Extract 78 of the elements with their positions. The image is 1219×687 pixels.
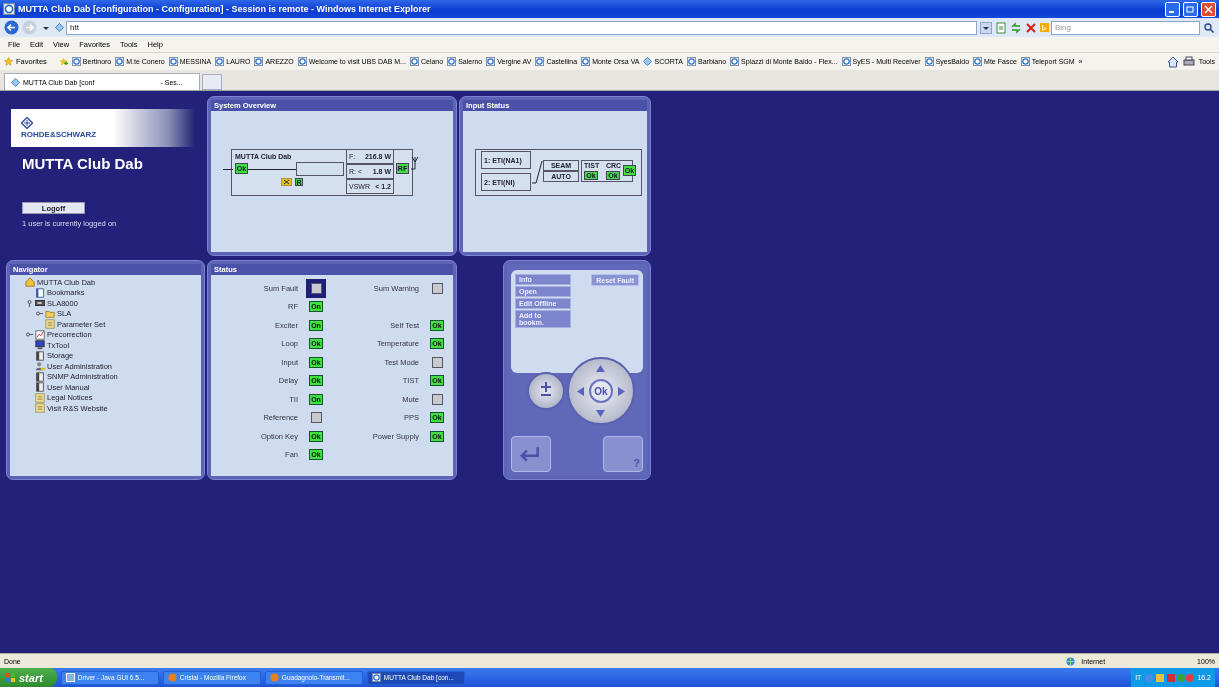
storage-icon [35, 382, 45, 393]
indicator-cell[interactable] [306, 279, 326, 298]
document-icon [35, 287, 45, 298]
diamond-icon [643, 57, 653, 66]
diamond-icon [55, 23, 64, 32]
switch-line-icon [531, 159, 543, 185]
page-icon [841, 57, 851, 66]
page-icon [486, 57, 496, 66]
down-arrow-icon[interactable] [596, 409, 605, 418]
back-arrow-button[interactable] [511, 436, 551, 472]
globe-icon [1066, 656, 1076, 666]
search-icon[interactable] [1203, 21, 1215, 34]
up-arrow-icon[interactable] [596, 364, 605, 373]
globe-icon [269, 673, 279, 682]
storage-icon [35, 350, 45, 361]
expanded-key-icon[interactable] [26, 299, 33, 307]
collapsed-key-icon[interactable] [36, 310, 43, 318]
warning-symbol-icon [281, 178, 292, 186]
rack-device-icon [35, 298, 45, 309]
storage-icon [35, 371, 45, 382]
diamond-icon [11, 77, 20, 87]
page-icon [409, 57, 419, 66]
tray-icons-drawing[interactable] [1144, 672, 1195, 683]
page-icon [973, 57, 983, 66]
star-icon [4, 57, 13, 66]
page-icon [730, 57, 740, 66]
exciter-block [296, 162, 344, 176]
page-icon [115, 57, 125, 66]
add-favorite-icon[interactable] [58, 57, 68, 66]
left-arrow-icon[interactable] [576, 387, 585, 396]
monitor-icon [35, 340, 45, 351]
sheet-icon [35, 403, 45, 414]
page-icon [1020, 57, 1030, 66]
globe-icon [167, 673, 177, 682]
collapsed-key-icon[interactable] [26, 331, 33, 339]
page-icon [71, 57, 81, 66]
close-button[interactable] [1201, 1, 1216, 17]
zoom-control-icon[interactable] [527, 372, 565, 410]
user-icon [35, 361, 45, 372]
back-button[interactable] [4, 20, 19, 35]
page-icon [535, 57, 545, 66]
search-provider-icon [1040, 23, 1049, 32]
page-icon [581, 57, 591, 66]
minimize-button[interactable] [1165, 1, 1180, 17]
page-icon [215, 57, 225, 66]
antenna-icon [411, 156, 419, 170]
page-icon [924, 57, 934, 66]
address-field[interactable]: htt [66, 20, 977, 35]
start-button[interactable]: start [0, 668, 57, 687]
page-icon [168, 57, 178, 66]
brand-name: ROHDE&SCHWARZ [21, 130, 98, 139]
device-name: MUTTA Club Dab [22, 155, 144, 172]
diamond-logo-icon [21, 117, 33, 129]
sheet-icon [45, 319, 55, 330]
page-icon [297, 57, 307, 66]
page-icon [254, 57, 264, 66]
sheet-icon [35, 392, 45, 403]
direction-pad[interactable]: Ok [567, 357, 635, 425]
chart-icon [35, 329, 45, 340]
refresh-icon[interactable] [1010, 21, 1022, 34]
page-icon [687, 57, 696, 66]
folder-icon [45, 308, 55, 319]
print-icon[interactable] [1182, 55, 1195, 68]
ok-button[interactable]: Ok [589, 379, 613, 403]
home-icon[interactable] [1166, 55, 1179, 68]
dropdown-icon[interactable] [980, 21, 992, 34]
page-icon [371, 673, 381, 682]
check-block [581, 160, 633, 182]
stop-icon[interactable] [1025, 21, 1037, 34]
page-icon [3, 3, 15, 15]
right-arrow-icon[interactable] [617, 387, 626, 396]
search-field[interactable]: Bing [1051, 20, 1200, 35]
window-title: MUTTA Club Dab [configuration - Configuration] - Session is remote - Windows Internet Explorer [18, 4, 432, 14]
restore-button[interactable] [1183, 1, 1198, 17]
windows-flag-icon [6, 673, 15, 682]
house-icon [25, 277, 35, 288]
page-icon [447, 57, 457, 66]
window-icon [65, 673, 75, 682]
